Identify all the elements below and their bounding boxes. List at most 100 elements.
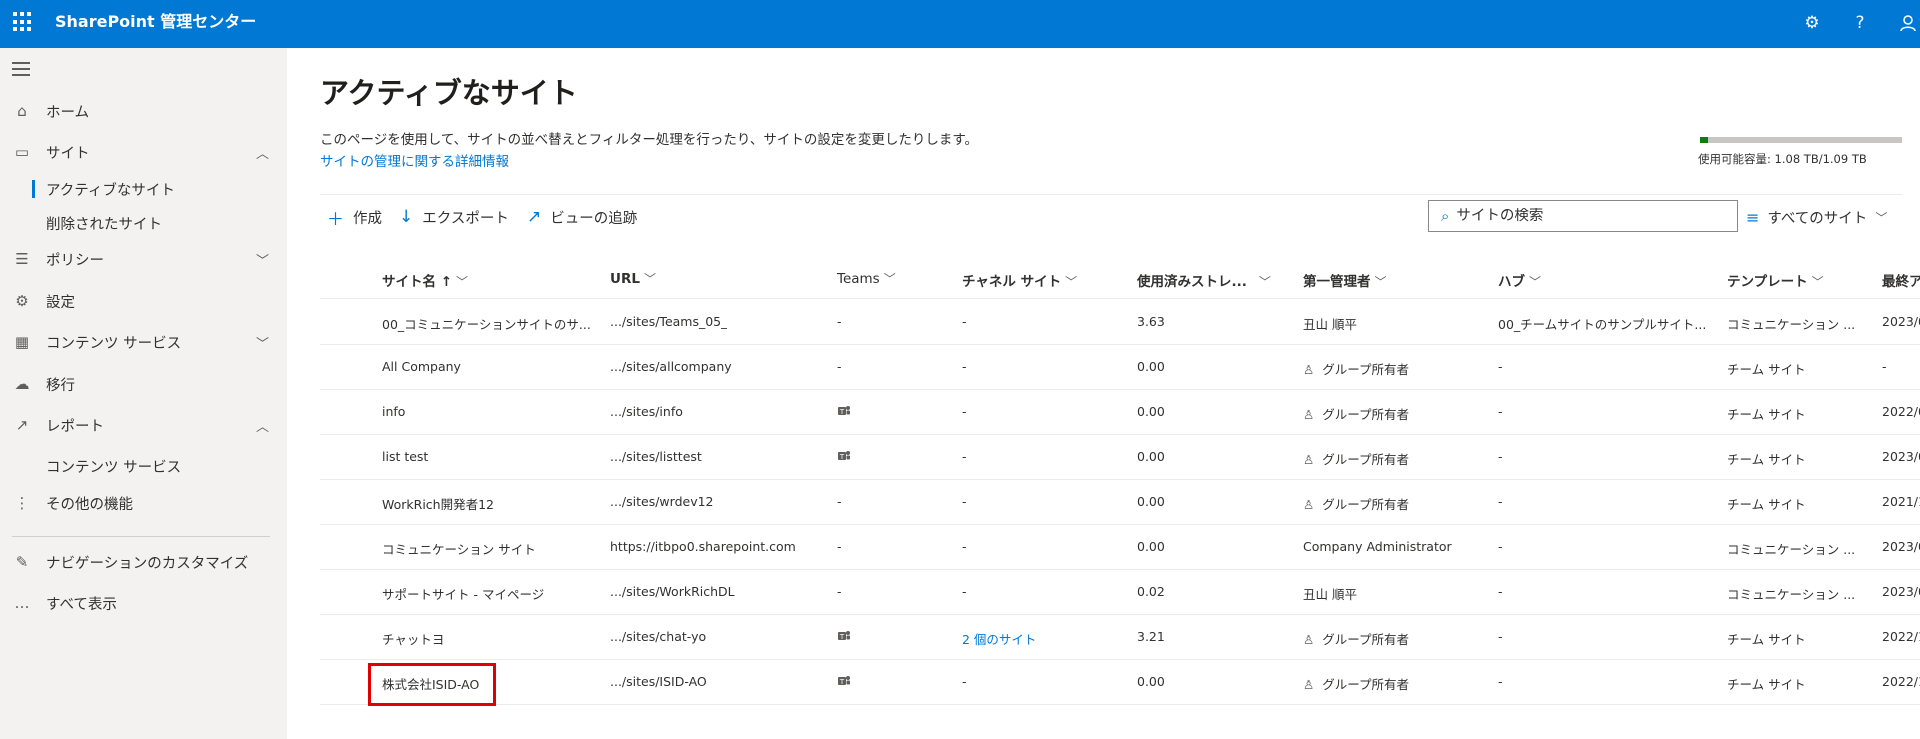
nav-item-active-sites[interactable]: アクティブなサイト xyxy=(32,174,175,204)
search-box[interactable]: ⌕ xyxy=(1428,200,1738,232)
nav-item-migration[interactable]: ☁ 移行 xyxy=(0,367,287,401)
cell-url-text: .../sites/allcompany xyxy=(610,359,732,374)
cell-site-name[interactable]: list test xyxy=(382,449,428,464)
nav-item-policies[interactable]: ☰ ポリシー ﹀ xyxy=(0,242,287,276)
table-row[interactable]: list test .../sites/listtest T - 0.00 ♙ グループ所有… xyxy=(320,435,1920,480)
nav-label: コンテンツ サービス xyxy=(46,459,182,476)
cell-teams-text: - xyxy=(837,494,842,509)
table-row[interactable]: All Company .../sites/allcompany - - 0.00 ♙ グル… xyxy=(320,345,1920,390)
search-input[interactable] xyxy=(1456,208,1717,224)
column-header-hub[interactable]: ハブ ﹀ xyxy=(1498,270,1541,290)
cell-url-text: https://itbpo0.sharepoint.com xyxy=(610,539,796,554)
migration-icon: ☁ xyxy=(14,375,30,393)
cell-hub-text: - xyxy=(1498,539,1503,554)
table-row[interactable]: コミュニケーション サイト https://itbpo0.sharepoint.c… xyxy=(320,525,1920,570)
column-header-channel-site[interactable]: チャネル サイト ﹀ xyxy=(962,270,1077,290)
nav-item-home[interactable]: ⌂ ホーム xyxy=(0,94,287,128)
storage-text: 使用可能容量: 1.08 TB/1.09 TB xyxy=(1698,152,1867,166)
teams-icon[interactable]: T xyxy=(837,403,851,417)
cell-site-name[interactable]: チャットヨ xyxy=(382,629,444,648)
cell-primary-admin: ♙ グループ所有者 xyxy=(1303,494,1409,513)
page-title: アクティブなサイト xyxy=(320,76,578,110)
cell-primary-admin-text: 丑山 順平 xyxy=(1303,317,1357,332)
nav-item-sites[interactable]: ▭ サイト ︿ xyxy=(0,135,287,169)
column-header-last-activity[interactable]: 最終ア xyxy=(1882,270,1920,290)
column-header-storage-used[interactable]: 使用済みストレ... ﹀ xyxy=(1137,270,1271,290)
app-launcher-icon[interactable] xyxy=(13,12,33,32)
cell-primary-admin: 丑山 順平 xyxy=(1303,314,1357,333)
chevron-down-icon: ﹀ xyxy=(883,272,896,286)
nav-item-reports[interactable]: ↗ レポート ︿ xyxy=(0,408,287,442)
cell-last-activity-text: - xyxy=(1882,359,1887,374)
chevron-down-icon: ﹀ xyxy=(1374,275,1387,289)
column-header-url[interactable]: URL ﹀ xyxy=(610,270,656,287)
account-icon[interactable] xyxy=(1896,11,1920,35)
view-filter-dropdown[interactable]: ≡ すべてのサイト ﹀ xyxy=(1746,205,1887,229)
cell-site-name[interactable]: サポートサイト - マイページ xyxy=(382,584,544,603)
teams-icon[interactable]: T xyxy=(837,448,851,462)
nav-item-more-features[interactable]: ⋮ その他の機能 xyxy=(0,486,287,520)
cell-url-text: .../sites/WorkRichDL xyxy=(610,584,735,599)
cell-last-activity-text: 2022/1 xyxy=(1882,629,1920,644)
cell-channel-site[interactable]: 2 個のサイト xyxy=(962,629,1036,648)
plus-icon: ＋ xyxy=(327,209,344,230)
learn-more-link[interactable]: サイトの管理に関する詳細情報 xyxy=(320,150,509,170)
cell-primary-admin-text: グループ所有者 xyxy=(1322,407,1409,422)
cell-site-name[interactable]: info xyxy=(382,404,405,419)
help-icon[interactable]: ? xyxy=(1848,11,1872,35)
cell-hub: 00_チームサイトのサンプルサイト... xyxy=(1498,314,1706,333)
column-header-teams[interactable]: Teams ﹀ xyxy=(837,270,896,287)
column-header-site-name[interactable]: サイト名 ↑ ﹀ xyxy=(382,270,468,290)
cell-template: コミュニケーション ... xyxy=(1727,584,1855,603)
cell-url: .../sites/listtest xyxy=(610,449,702,464)
cell-last-activity: 2023/0 xyxy=(1882,314,1920,329)
cell-channel-site-text: - xyxy=(962,494,967,509)
nav-label: サイト xyxy=(46,145,90,162)
teams-icon[interactable]: T xyxy=(837,628,851,642)
table-row[interactable]: info .../sites/info T - 0.00 ♙ グループ所有者 - チーム サイト… xyxy=(320,390,1920,435)
track-view-button[interactable]: ↗ ビューの追跡 xyxy=(527,205,637,229)
cell-last-activity: 2022/1 xyxy=(1882,674,1920,689)
column-header-primary-admin[interactable]: 第一管理者 ﹀ xyxy=(1303,270,1387,290)
table-row[interactable]: チャットヨ .../sites/chat-yo T 2 個のサイト 3.21 ♙ グループ所… xyxy=(320,615,1920,660)
cell-url: https://itbpo0.sharepoint.com xyxy=(610,539,796,554)
table-row[interactable]: 株式会社ISID-AO .../sites/ISID-AO T -0.00 ♙ グループ所… xyxy=(320,660,1920,705)
export-button[interactable]: ↓ エクスポート xyxy=(399,205,509,229)
nav-item-deleted-sites[interactable]: 削除されたサイト xyxy=(46,208,162,238)
nav-item-settings[interactable]: ⚙ 設定 xyxy=(0,284,287,318)
table-row[interactable]: サポートサイト - マイページ .../sites/WorkRichDL - - 0.0… xyxy=(320,570,1920,615)
cell-hub: - xyxy=(1498,629,1503,644)
nav-item-show-all[interactable]: … すべて表示 xyxy=(0,586,287,620)
column-header-template[interactable]: テンプレート ﹀ xyxy=(1727,270,1824,290)
cell-site-name[interactable]: All Company xyxy=(382,359,461,374)
cell-storage-used-text: 0.00 xyxy=(1137,449,1165,464)
cell-template-text: コミュニケーション ... xyxy=(1727,317,1856,332)
cell-site-name[interactable]: コミュニケーション サイト xyxy=(382,539,536,558)
table-row[interactable]: WorkRich開発者12 .../sites/wrdev12 - - 0.00 ♙ グルー… xyxy=(320,480,1920,525)
nav-label: レポート xyxy=(46,418,104,435)
reports-icon: ↗ xyxy=(15,416,29,434)
cell-primary-admin: ♙ グループ所有者 xyxy=(1303,674,1409,693)
table-row[interactable]: 00_コミュニケーションサイトのサ... .../sites/Teams_05_ -… xyxy=(320,300,1920,345)
cell-site-name[interactable]: 00_コミュニケーションサイトのサ... xyxy=(382,314,591,333)
svg-text:T: T xyxy=(839,408,845,416)
nav-item-customize-navigation[interactable]: ✎ ナビゲーションのカスタマイズ xyxy=(0,545,287,579)
cell-storage-used-text: 0.00 xyxy=(1137,539,1165,554)
cell-site-name-text: All Company xyxy=(382,359,461,374)
cell-primary-admin-text: Company Administrator xyxy=(1303,539,1452,554)
create-button[interactable]: ＋ 作成 xyxy=(327,205,382,230)
app-title[interactable]: SharePoint 管理センター xyxy=(55,12,256,32)
cell-url: .../sites/wrdev12 xyxy=(610,494,714,509)
cell-channel-site: - xyxy=(962,584,967,599)
teams-icon[interactable]: T xyxy=(837,673,851,687)
nav-item-content-services[interactable]: ▦ コンテンツ サービス ﹀ xyxy=(0,325,287,359)
cell-channel-site: - xyxy=(962,674,967,689)
nav-item-reports-content-services[interactable]: コンテンツ サービス xyxy=(46,451,181,481)
gear-icon[interactable]: ⚙ xyxy=(1800,11,1824,35)
more-features-icon: ⋮ xyxy=(14,494,30,512)
cell-site-name[interactable]: WorkRich開発者12 xyxy=(382,494,494,513)
cell-url: .../sites/Teams_05_ xyxy=(610,314,727,329)
chevron-down-icon: ﹀ xyxy=(643,272,656,286)
settings-icon: ⚙ xyxy=(15,292,29,310)
hamburger-icon[interactable] xyxy=(12,62,30,76)
